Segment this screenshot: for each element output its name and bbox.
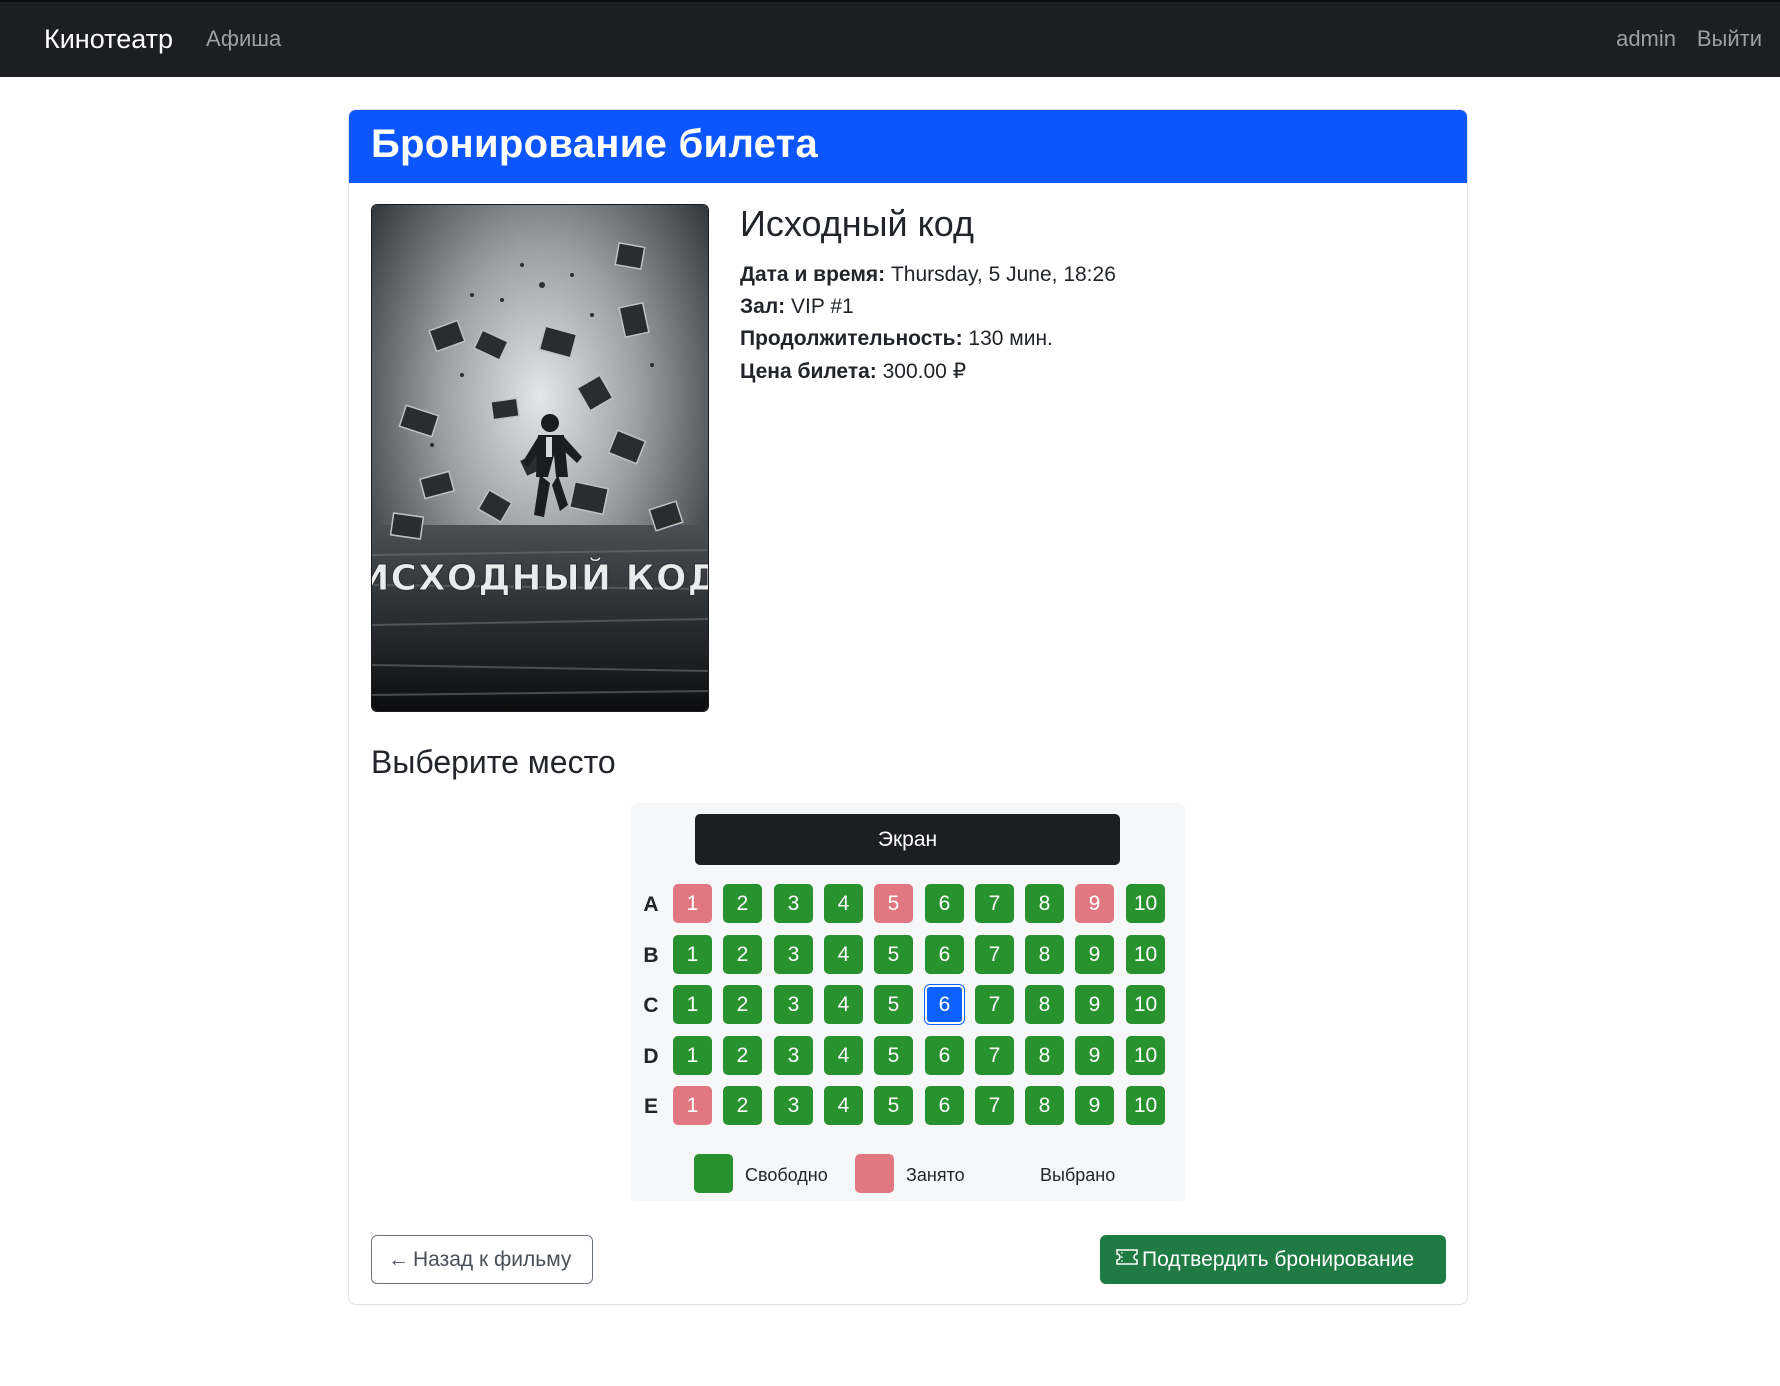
movie-poster-image: ИСХОДНЫЙ КОД	[371, 204, 709, 712]
top-navbar: Кинотеатр Афиша admin Выйти	[0, 0, 1780, 77]
seat-D-9[interactable]: 9	[1075, 1036, 1114, 1075]
seat-C-5[interactable]: 5	[874, 985, 913, 1024]
seat-B-6[interactable]: 6	[925, 935, 964, 974]
seat-B-9[interactable]: 9	[1075, 935, 1114, 974]
seat-D-2[interactable]: 2	[723, 1036, 762, 1075]
seat-A-3[interactable]: 3	[774, 884, 813, 923]
row-label: A	[643, 893, 659, 916]
page-title: Бронирование билета	[371, 122, 819, 166]
seat-E-3[interactable]: 3	[774, 1086, 813, 1125]
card-header: Бронирование билета	[349, 110, 1467, 183]
info-datetime: Дата и время: Thursday, 5 June, 18:26	[740, 263, 1116, 287]
duration-label: Продолжительность:	[740, 327, 963, 350]
info-duration: Продолжительность: 130 мин.	[740, 327, 1053, 351]
arrow-left-icon: ←	[388, 1248, 409, 1271]
seat-A-8[interactable]: 8	[1025, 884, 1064, 923]
seat-A-1: 1	[673, 884, 712, 923]
seat-B-5[interactable]: 5	[874, 935, 913, 974]
seat-D-8[interactable]: 8	[1025, 1036, 1064, 1075]
seat-C-10[interactable]: 10	[1126, 985, 1165, 1024]
seat-C-1[interactable]: 1	[673, 985, 712, 1024]
seat-A-7[interactable]: 7	[975, 884, 1014, 923]
seat-E-8[interactable]: 8	[1025, 1086, 1064, 1125]
seat-E-2[interactable]: 2	[723, 1086, 762, 1125]
booking-card: Бронирование билета ИСХОДНЫЙ КОД Исходны…	[348, 109, 1468, 1305]
nav-link-afisha[interactable]: Афиша	[206, 26, 281, 52]
seat-B-1[interactable]: 1	[673, 935, 712, 974]
seat-A-6[interactable]: 6	[925, 884, 964, 923]
seat-B-3[interactable]: 3	[774, 935, 813, 974]
seat-E-1: 1	[673, 1086, 712, 1125]
movie-title: Исходный код	[740, 203, 974, 244]
legend-free-label: Свободно	[745, 1165, 828, 1185]
seat-E-10[interactable]: 10	[1126, 1086, 1165, 1125]
row-label: B	[643, 944, 659, 967]
datetime-label: Дата и время:	[740, 263, 886, 286]
legend-selected-label: Выбрано	[1040, 1165, 1116, 1185]
seat-E-4[interactable]: 4	[824, 1086, 863, 1125]
seat-D-1[interactable]: 1	[673, 1036, 712, 1075]
back-button-label: Назад к фильму	[413, 1248, 572, 1271]
seat-C-8[interactable]: 8	[1025, 985, 1064, 1024]
seat-D-6[interactable]: 6	[925, 1036, 964, 1075]
row-label: E	[643, 1095, 658, 1118]
seat-C-9[interactable]: 9	[1075, 985, 1114, 1024]
duration-value: 130 мин.	[968, 327, 1053, 350]
seat-A-10[interactable]: 10	[1126, 884, 1165, 923]
row-label: D	[643, 1045, 659, 1068]
seat-D-4[interactable]: 4	[824, 1036, 863, 1075]
nav-user-admin[interactable]: admin	[1616, 26, 1676, 52]
seat-D-5[interactable]: 5	[874, 1036, 913, 1075]
price-label: Цена билета:	[740, 360, 877, 383]
price-value: 300.00 ₽	[882, 360, 967, 383]
seat-B-10[interactable]: 10	[1126, 935, 1165, 974]
info-price: Цена билета: 300.00 ₽	[740, 359, 966, 384]
row-label: C	[643, 994, 659, 1017]
seat-D-3[interactable]: 3	[774, 1036, 813, 1075]
legend-taken-label: Занято	[906, 1165, 965, 1185]
datetime-value: Thursday, 5 June, 18:26	[890, 263, 1116, 286]
seat-B-7[interactable]: 7	[975, 935, 1014, 974]
seat-B-2[interactable]: 2	[723, 935, 762, 974]
hall-value: VIP #1	[791, 295, 854, 318]
seat-A-9: 9	[1075, 884, 1114, 923]
seat-A-5: 5	[874, 884, 913, 923]
nav-link-logout[interactable]: Выйти	[1697, 26, 1762, 52]
legend-free-swatch	[694, 1154, 733, 1193]
seat-D-10[interactable]: 10	[1126, 1036, 1165, 1075]
seat-E-6[interactable]: 6	[925, 1086, 964, 1125]
legend-taken-swatch	[855, 1154, 894, 1193]
seat-B-8[interactable]: 8	[1025, 935, 1064, 974]
seat-C-6[interactable]: 6	[925, 985, 964, 1024]
confirm-booking-button[interactable]: Подтвердить бронирование	[1100, 1235, 1446, 1284]
seat-A-4[interactable]: 4	[824, 884, 863, 923]
seat-map: Экран A 1 2 3 4 5 6 7 8 9 10 B 1 2 3 4 5 6 7 8 9 10 C 1 2 3 4 5 6 7 8 9…	[631, 803, 1185, 1201]
seat-B-4[interactable]: 4	[824, 935, 863, 974]
seat-E-5[interactable]: 5	[874, 1086, 913, 1125]
seat-A-2[interactable]: 2	[723, 884, 762, 923]
choose-seat-heading: Выберите место	[371, 744, 616, 780]
poster-artwork: ИСХОДНЫЙ КОД	[372, 205, 708, 711]
seat-D-7[interactable]: 7	[975, 1036, 1014, 1075]
seat-E-7[interactable]: 7	[975, 1086, 1014, 1125]
info-hall: Зал: VIP #1	[740, 295, 854, 319]
poster-title-text: ИСХОДНЫЙ КОД	[372, 557, 708, 599]
ticket-icon	[1116, 1234, 1138, 1283]
back-to-movie-button[interactable]: ← Назад к фильму	[371, 1235, 593, 1284]
seat-C-3[interactable]: 3	[774, 985, 813, 1024]
confirm-button-label: Подтвердить бронирование	[1142, 1248, 1415, 1271]
seat-C-7[interactable]: 7	[975, 985, 1014, 1024]
hall-label: Зал:	[740, 295, 786, 318]
seat-C-4[interactable]: 4	[824, 985, 863, 1024]
brand-link[interactable]: Кинотеатр	[44, 24, 173, 55]
seat-E-9[interactable]: 9	[1075, 1086, 1114, 1125]
cinema-screen: Экран	[695, 814, 1120, 865]
seat-C-2[interactable]: 2	[723, 985, 762, 1024]
